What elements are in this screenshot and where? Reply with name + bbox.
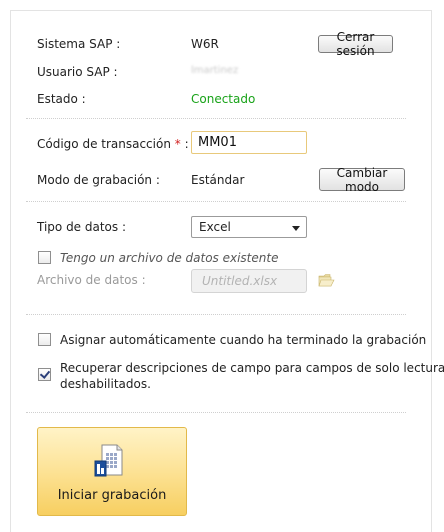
- divider: [26, 412, 406, 413]
- auto-assign-checkbox[interactable]: [38, 333, 51, 346]
- required-marker: *: [174, 137, 181, 151]
- retrieve-descriptions-checkbox[interactable]: [38, 368, 51, 381]
- existing-file-label: Tengo un archivo de datos existente: [60, 251, 279, 265]
- transaction-label: Código de transacción * :: [37, 137, 189, 151]
- recording-document-icon: [94, 444, 123, 477]
- user-label: Usuario SAP :: [37, 65, 118, 79]
- data-type-select[interactable]: Excel: [191, 216, 307, 238]
- folder-open-icon[interactable]: [318, 273, 336, 287]
- status-value: Conectado: [191, 92, 256, 106]
- data-file-label: Archivo de datos :: [37, 273, 146, 287]
- data-type-value: Excel: [199, 220, 231, 234]
- existing-file-checkbox[interactable]: [38, 251, 51, 264]
- retrieve-descriptions-line1: Recuperar descripciones de campo para ca…: [60, 361, 444, 375]
- divider: [26, 314, 406, 315]
- change-mode-button[interactable]: Cambiar modo: [319, 166, 405, 194]
- retrieve-descriptions-line2: deshabilitados.: [60, 377, 151, 391]
- status-label: Estado :: [37, 92, 86, 106]
- data-file-input[interactable]: Untitled.xlsx: [191, 269, 307, 293]
- logout-button[interactable]: Cerrar sesión: [318, 30, 393, 58]
- mode-value: Estándar: [191, 173, 245, 187]
- transaction-code-input[interactable]: [191, 131, 307, 154]
- data-type-label: Tipo de datos :: [37, 220, 127, 234]
- divider: [26, 201, 406, 202]
- divider: [26, 118, 406, 119]
- chevron-down-icon: [292, 226, 300, 231]
- user-value: lmartinez: [191, 65, 239, 76]
- start-recording-button[interactable]: Iniciar grabación: [37, 427, 187, 516]
- start-recording-label: Iniciar grabación: [57, 488, 167, 503]
- system-value: W6R: [191, 37, 219, 51]
- system-label: Sistema SAP :: [37, 37, 121, 51]
- retrieve-descriptions-label: Recuperar descripciones de campo para ca…: [60, 361, 444, 391]
- data-file-placeholder: Untitled.xlsx: [202, 274, 278, 288]
- auto-assign-label: Asignar automáticamente cuando ha termin…: [60, 333, 427, 347]
- mode-label: Modo de grabación :: [37, 173, 160, 187]
